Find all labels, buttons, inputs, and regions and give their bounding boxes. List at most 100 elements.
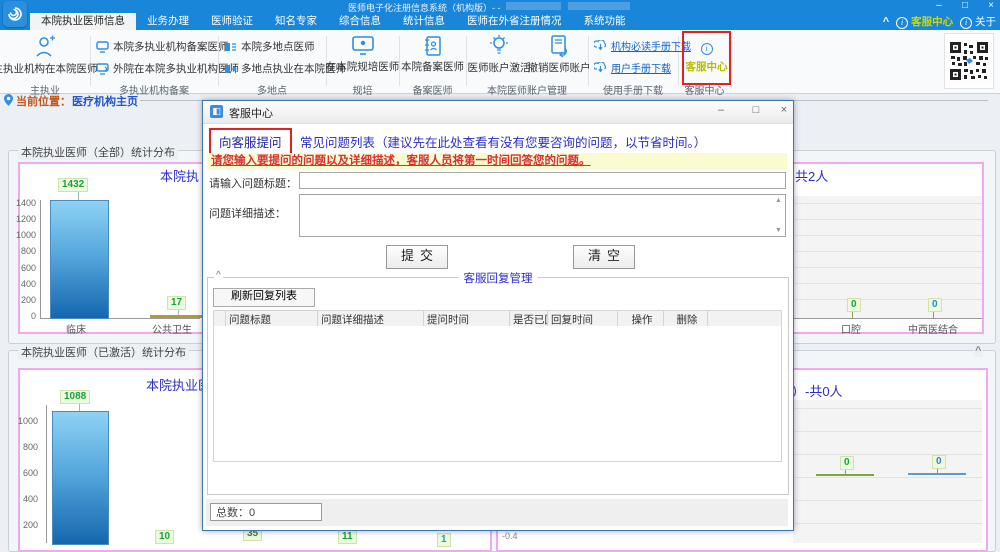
y-tick: 200 bbox=[10, 295, 36, 305]
dialog-notice: 请您输入要提问的问题以及详细描述，客服人员将第一时间回答您的问题。 bbox=[207, 153, 787, 170]
y-tick: 1000 bbox=[12, 416, 38, 426]
download-icon bbox=[594, 40, 607, 51]
ribbon-collapse-icon[interactable]: ^ bbox=[883, 16, 889, 28]
col-delete[interactable]: 删除 bbox=[664, 311, 708, 326]
download-icon bbox=[594, 62, 607, 73]
col-answered[interactable]: 是否已回... bbox=[510, 311, 548, 326]
group-caption: 备案医师 bbox=[399, 82, 466, 97]
chart1-bar-clinical bbox=[50, 200, 109, 319]
chart2-right-value2: 0 bbox=[932, 455, 946, 469]
chart1-bar-clinical-value: 1432 bbox=[58, 178, 88, 192]
service-center-ribbon-button[interactable]: i 客服中心 bbox=[682, 31, 731, 85]
panel2-collapse-icon[interactable]: ^ bbox=[973, 345, 983, 357]
doc-undo-icon bbox=[549, 34, 569, 58]
chart1-y-axis bbox=[40, 200, 41, 318]
col-question-desc[interactable]: 问题详细描述 bbox=[318, 311, 424, 326]
primary-practice-button[interactable]: 主执业机构在本院医师 bbox=[1, 35, 89, 76]
breadcrumb-page: 医疗机构主页 bbox=[72, 93, 138, 109]
dialog-close-button[interactable]: × bbox=[774, 104, 794, 116]
scroll-down-icon[interactable]: ▼ bbox=[775, 227, 782, 234]
chart2-right-axis-fragment: -0.4 bbox=[502, 531, 518, 541]
y-tick: 400 bbox=[10, 279, 36, 289]
menu-tab-experts[interactable]: 知名专家 bbox=[264, 13, 328, 30]
chart1-cat-publichealth: 公共卫生 bbox=[152, 321, 192, 336]
menu-tab-verify[interactable]: 医师验证 bbox=[200, 13, 264, 30]
notebook-icon bbox=[423, 35, 443, 57]
multi-org-filing-button[interactable]: 本院多执业机构备案医师 bbox=[96, 39, 229, 54]
person-add-icon bbox=[34, 35, 56, 59]
menu-tab-system[interactable]: 系统功能 bbox=[573, 13, 637, 30]
service-center-menu-item[interactable]: i 客服中心 bbox=[896, 14, 953, 29]
external-multi-org-button[interactable]: 外院在本院多执业机构医师 bbox=[96, 61, 239, 76]
minimize-button[interactable]: – bbox=[930, 0, 948, 12]
main-menu: 本院执业医师信息 业务办理 医师验证 知名专家 综合信息 统计信息 医师在外省注… bbox=[0, 13, 1000, 30]
menu-tab-business[interactable]: 业务办理 bbox=[136, 13, 200, 30]
list-icon bbox=[224, 41, 237, 53]
info-icon: i bbox=[896, 17, 908, 29]
groupbox-collapse-icon[interactable]: ^ bbox=[214, 270, 223, 281]
chart1-cat4-value: 0 bbox=[928, 298, 942, 312]
chart2-bottom-value: 10 bbox=[155, 530, 174, 544]
info-icon: i bbox=[701, 43, 713, 55]
dialog-minimize-button[interactable]: – bbox=[711, 104, 731, 116]
y-tick: 800 bbox=[12, 442, 38, 452]
menu-tab-outprovince[interactable]: 医师在外省注册情况 bbox=[456, 13, 573, 30]
close-button[interactable]: × bbox=[982, 0, 1000, 12]
menu-tab-current-hospital[interactable]: 本院执业医师信息 bbox=[30, 13, 136, 30]
chip-stem bbox=[933, 311, 934, 318]
menu-tab-综合[interactable]: 综合信息 bbox=[328, 13, 392, 30]
org-manual-download-link[interactable]: 机构必读手册下载 bbox=[594, 38, 691, 53]
reply-table-header: 问题标题 问题详细描述 提问时间 是否已回... 回复时间 操作 删除 bbox=[213, 310, 782, 327]
activate-account-button[interactable]: 医师账户激活 bbox=[468, 34, 530, 75]
qr-code bbox=[944, 33, 994, 89]
chart1-cat3: 口腔 bbox=[841, 321, 861, 336]
reply-table-body[interactable] bbox=[213, 326, 782, 462]
chart1-right-plot bbox=[793, 196, 982, 318]
dialog-maximize-button[interactable]: □ bbox=[746, 104, 766, 116]
chart2-right-value1: 0 bbox=[840, 456, 854, 470]
tab-faq-list[interactable]: 常见问题列表（建议先在此处查看有没有您要咨询的问题，以节省时间。） bbox=[300, 132, 706, 151]
chart1-cat-clinical: 临床 bbox=[66, 321, 86, 336]
refresh-reply-list-button[interactable]: 刷新回复列表 bbox=[213, 288, 315, 307]
col-reply-time[interactable]: 回复时间 bbox=[548, 311, 618, 326]
scroll-up-icon[interactable]: ▲ bbox=[775, 197, 782, 204]
user-manual-download-link[interactable]: 用户手册下载 bbox=[594, 60, 671, 75]
y-tick: 600 bbox=[10, 263, 36, 273]
chart2-bottom-value: 11 bbox=[338, 530, 357, 544]
panel-activated-physicians-label: 本院执业医师（已激活）统计分布 bbox=[18, 344, 189, 360]
filed-physicians-button[interactable]: 本院备案医师 bbox=[400, 35, 465, 74]
chart2-right-plot bbox=[793, 400, 982, 543]
chart2-bar1 bbox=[52, 411, 109, 545]
redacted-org-name bbox=[568, 2, 630, 10]
submit-button[interactable]: 提交 bbox=[386, 245, 448, 269]
chart2-bar1-value: 1088 bbox=[60, 390, 90, 404]
chart2-bottom-value: 1 bbox=[437, 533, 451, 547]
dialog-title: 客服中心 bbox=[229, 105, 273, 121]
clear-button[interactable]: 清空 bbox=[573, 245, 635, 269]
tab-ask-service[interactable]: 向客服提问 bbox=[209, 128, 292, 155]
col-question-title[interactable]: 问题标题 bbox=[226, 311, 318, 326]
training-physicians-button[interactable]: 在本院规培医师 bbox=[327, 35, 398, 74]
group-caption: 多地点 bbox=[218, 82, 326, 97]
question-title-input[interactable] bbox=[299, 172, 786, 189]
col-operation[interactable]: 操作 bbox=[618, 311, 664, 326]
dialog-titlebar[interactable] bbox=[203, 101, 793, 124]
maximize-button[interactable]: □ bbox=[956, 0, 974, 12]
chart1-x-axis-right bbox=[793, 318, 982, 319]
question-desc-textarea[interactable] bbox=[299, 194, 786, 237]
menu-tab-stats[interactable]: 统计信息 bbox=[392, 13, 456, 30]
question-title-label: 请输入问题标题： bbox=[209, 175, 297, 191]
y-tick: 1200 bbox=[10, 214, 36, 224]
monitor-sync-icon bbox=[96, 63, 109, 75]
chart1-cat3-value: 0 bbox=[847, 298, 861, 312]
group-caption: 本院医师账户管理 bbox=[466, 82, 588, 97]
col-ask-time[interactable]: 提问时间 bbox=[424, 311, 510, 326]
chart1-title-right: 共2人 bbox=[795, 166, 828, 185]
monitor-user-icon bbox=[351, 35, 375, 57]
multi-site-button[interactable]: 本院多地点医师 bbox=[224, 39, 315, 54]
about-menu-item[interactable]: i 关于 bbox=[960, 14, 996, 29]
app-logo-icon bbox=[3, 1, 27, 27]
y-tick: 200 bbox=[12, 520, 38, 530]
revoke-account-button[interactable]: 撤销医师账户 bbox=[528, 34, 590, 75]
dialog-footer: 总数：0 bbox=[206, 499, 788, 526]
